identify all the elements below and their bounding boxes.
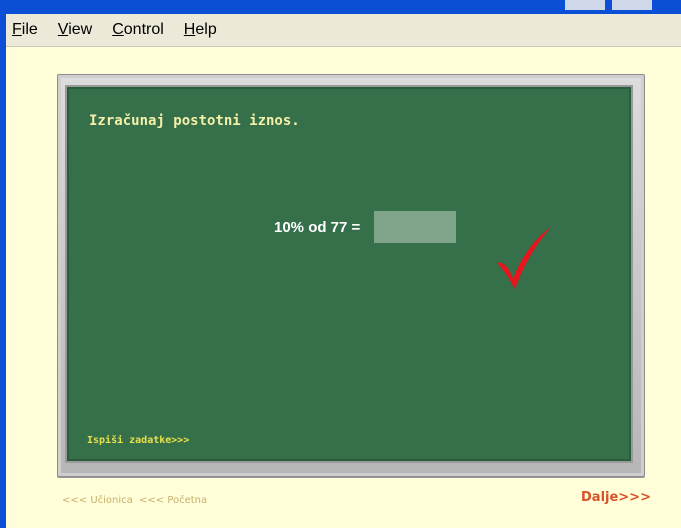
menu-view-label: iew [68, 21, 93, 38]
menu-help[interactable]: Help [184, 21, 217, 39]
chalkboard: Izračunaj postotni iznos. 10% od 77 = Is… [67, 87, 631, 461]
menu-control-mnemonic: C [112, 21, 124, 38]
menu-view-mnemonic: V [57, 21, 69, 38]
menu-file[interactable]: File [12, 21, 38, 39]
menu-control[interactable]: Control [112, 21, 164, 39]
title-bar-button-area[interactable] [612, 0, 652, 10]
home-link[interactable]: <<< Početna [139, 495, 207, 506]
print-tasks-link[interactable]: Ispiši zadatke>>> [87, 435, 189, 446]
check-mark-icon [497, 227, 551, 289]
menu-help-mnemonic: H [183, 21, 196, 38]
window-title-bar [0, 0, 681, 14]
content-area: Izračunaj postotni iznos. 10% od 77 = Is… [6, 48, 681, 528]
equation-text: 10% od 77 = [274, 218, 361, 236]
title-bar-button-area[interactable] [565, 0, 605, 10]
task-instruction: Izračunaj postotni iznos. [89, 113, 300, 129]
answer-input[interactable] [374, 211, 457, 243]
classroom-link[interactable]: <<< Učionica [62, 495, 133, 506]
menu-bar: File View Control Help [6, 14, 681, 47]
menu-file-label: ile [21, 21, 38, 38]
menu-help-label: elp [195, 21, 217, 38]
equation-row: 10% od 77 = [274, 211, 457, 243]
next-button[interactable]: Dalje>>> [581, 490, 651, 505]
menu-file-mnemonic: F [12, 21, 22, 38]
menu-view[interactable]: View [58, 21, 92, 39]
menu-control-label: ontrol [123, 21, 164, 38]
